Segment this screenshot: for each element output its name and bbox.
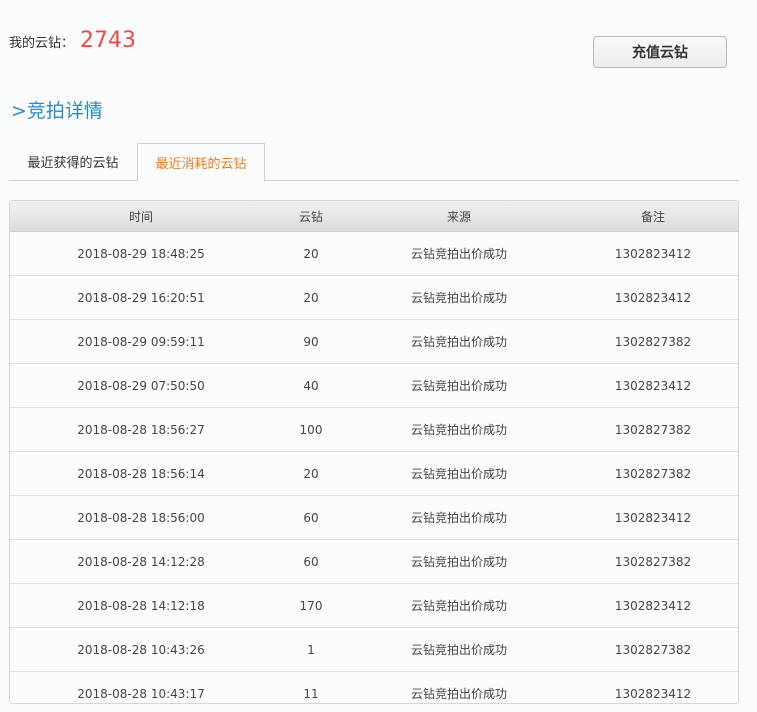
- cell-note: 1302827382: [614, 554, 692, 569]
- cell-amount: 90: [303, 334, 319, 349]
- table-row: 2018-08-29 18:48:25 20 云钻竞拍出价成功 1302823412: [10, 232, 738, 276]
- cell-amount: 1: [307, 642, 315, 657]
- cell-source: 云钻竞拍出价成功: [410, 291, 507, 305]
- balance-display: 我的云钻： 2743: [9, 28, 136, 62]
- table-row: 2018-08-29 09:59:11 90 云钻竞拍出价成功 1302827382: [10, 320, 738, 364]
- table-row: 2018-08-28 18:56:14 20 云钻竞拍出价成功 1302827382: [10, 452, 738, 496]
- table-row: 2018-08-28 10:43:17 11 云钻竞拍出价成功 1302823412: [10, 672, 738, 703]
- cell-note: 1302827382: [614, 466, 692, 481]
- cell-source: 云钻竞拍出价成功: [410, 643, 507, 657]
- header-amount: 云钻: [298, 209, 323, 224]
- cell-time: 2018-08-29 09:59:11: [77, 334, 205, 349]
- cell-source: 云钻竞拍出价成功: [410, 379, 507, 393]
- cell-time: 2018-08-29 07:50:50: [77, 378, 205, 393]
- cell-amount: 20: [303, 246, 319, 261]
- recharge-button[interactable]: 充值云钻: [593, 36, 727, 68]
- cell-note: 1302823412: [614, 290, 692, 305]
- tab-recent-earned[interactable]: 最近获得的云钻: [9, 143, 137, 179]
- cell-source: 云钻竞拍出价成功: [410, 467, 507, 481]
- cell-note: 1302827382: [614, 334, 692, 349]
- balance-label: 我的云钻：: [9, 36, 75, 51]
- table-row: 2018-08-29 16:20:51 20 云钻竞拍出价成功 1302823412: [10, 276, 738, 320]
- table-row: 2018-08-28 14:12:18 170 云钻竞拍出价成功 1302823412: [10, 584, 738, 628]
- cell-note: 1302823412: [614, 246, 692, 261]
- spending-table: 时间 云钻 来源 备注 2018-08-29 18:48:25 20 云钻竞拍出价成…: [9, 200, 739, 704]
- cell-amount: 40: [303, 378, 319, 393]
- balance-value: 2743: [80, 28, 137, 53]
- cell-source: 云钻竞拍出价成功: [410, 511, 507, 525]
- cell-note: 1302823412: [614, 598, 692, 613]
- header-source: 来源: [446, 209, 471, 224]
- cell-amount: 100: [299, 422, 323, 437]
- cell-amount: 170: [299, 598, 323, 613]
- table-row: 2018-08-28 14:12:28 60 云钻竞拍出价成功 1302827382: [10, 540, 738, 584]
- table-row: 2018-08-28 18:56:00 60 云钻竞拍出价成功 1302823412: [10, 496, 738, 540]
- cell-source: 云钻竞拍出价成功: [410, 423, 507, 437]
- table-body: 2018-08-29 18:48:25 20 云钻竞拍出价成功 1302823412 2…: [10, 232, 738, 703]
- tab-bar: 最近获得的云钻 最近消耗的云钻: [9, 143, 739, 181]
- cell-time: 2018-08-28 10:43:17: [77, 686, 205, 701]
- cell-note: 1302827382: [614, 642, 692, 657]
- cell-time: 2018-08-28 18:56:27: [77, 422, 205, 437]
- cell-amount: 20: [303, 466, 319, 481]
- cell-note: 1302823412: [614, 686, 692, 701]
- header-time: 时间: [128, 209, 153, 224]
- cell-note: 1302823412: [614, 510, 692, 525]
- cell-source: 云钻竞拍出价成功: [410, 335, 507, 349]
- cell-time: 2018-08-28 18:56:14: [77, 466, 205, 481]
- table-row: 2018-08-29 07:50:50 40 云钻竞拍出价成功 1302823412: [10, 364, 738, 408]
- cell-note: 1302823412: [614, 378, 692, 393]
- cell-source: 云钻竞拍出价成功: [410, 687, 507, 701]
- tab-recent-spent[interactable]: 最近消耗的云钻: [137, 143, 265, 181]
- table-header: 时间 云钻 来源 备注: [10, 201, 738, 232]
- table-row: 2018-08-28 18:56:27 100 云钻竞拍出价成功 1302827382: [10, 408, 738, 452]
- cell-time: 2018-08-29 16:20:51: [77, 290, 205, 305]
- cell-note: 1302827382: [614, 422, 692, 437]
- cell-amount: 20: [303, 290, 319, 305]
- cell-amount: 60: [303, 510, 319, 525]
- cell-source: 云钻竞拍出价成功: [410, 247, 507, 261]
- cell-time: 2018-08-28 14:12:18: [77, 598, 205, 613]
- cell-amount: 60: [303, 554, 319, 569]
- cell-source: 云钻竞拍出价成功: [410, 555, 507, 569]
- cell-time: 2018-08-28 18:56:00: [77, 510, 205, 525]
- cell-time: 2018-08-28 14:12:28: [77, 554, 205, 569]
- cell-source: 云钻竞拍出价成功: [410, 599, 507, 613]
- cell-time: 2018-08-29 18:48:25: [77, 246, 205, 261]
- header-note: 备注: [640, 209, 665, 224]
- cell-amount: 11: [303, 686, 319, 701]
- table-row: 2018-08-28 10:43:26 1 云钻竞拍出价成功 1302827382: [10, 628, 738, 672]
- section-title: >竞拍详情: [11, 100, 103, 122]
- cell-time: 2018-08-28 10:43:26: [77, 642, 205, 657]
